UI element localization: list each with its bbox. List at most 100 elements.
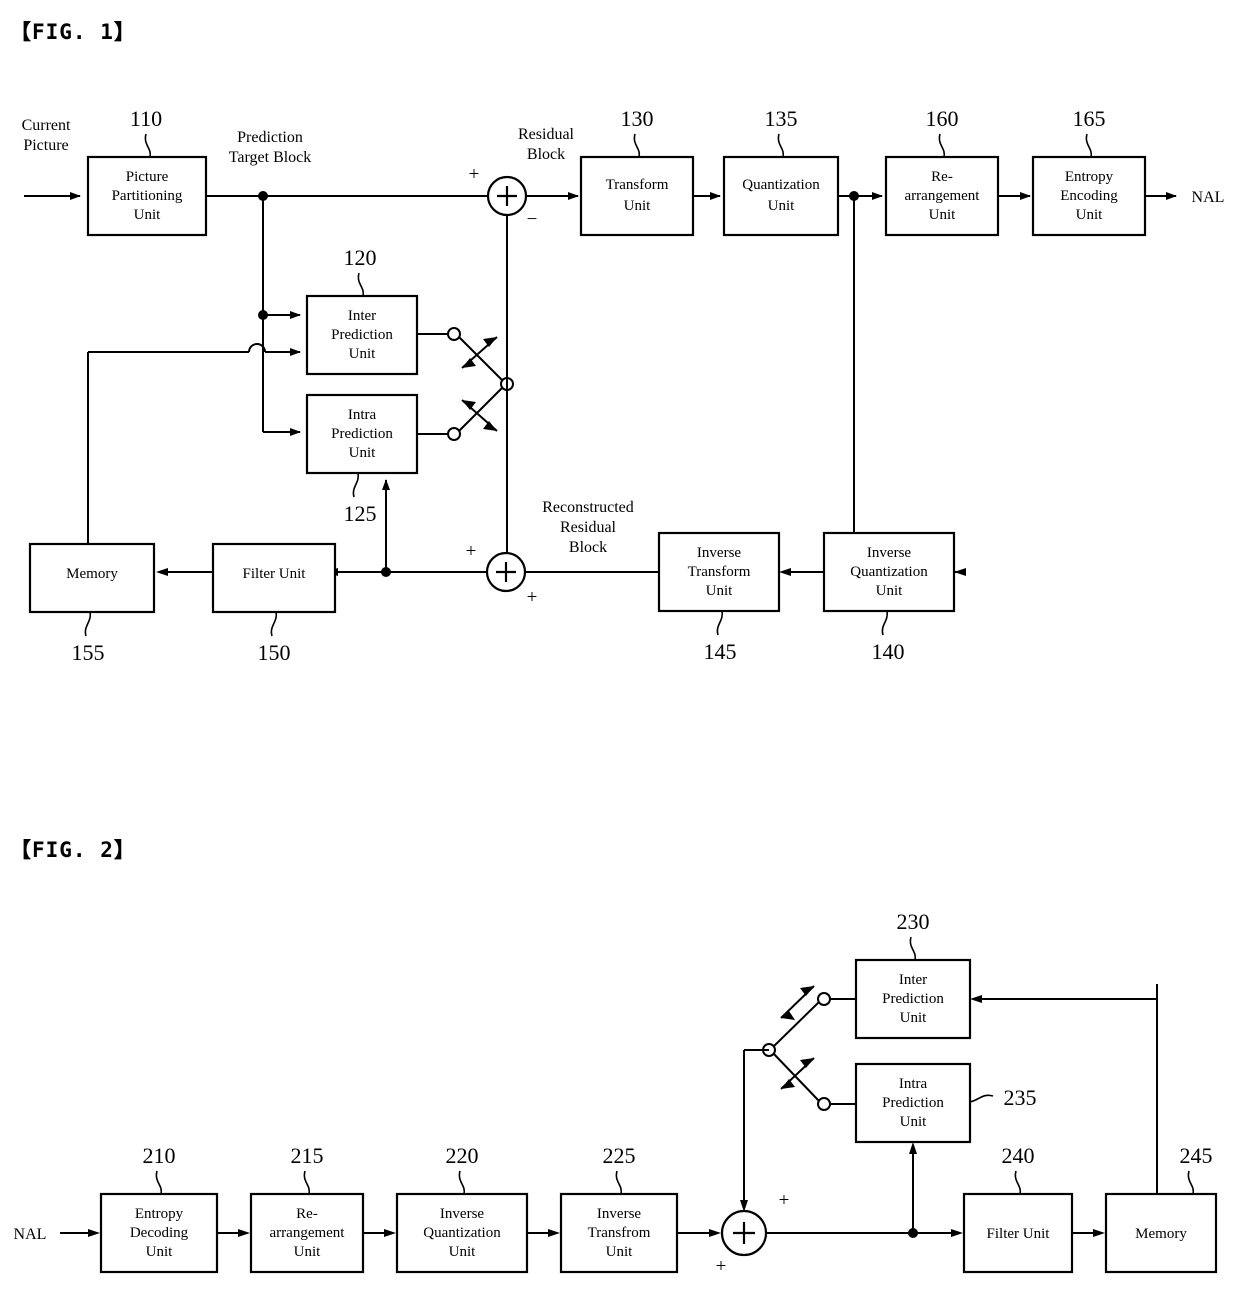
filter-unit-label: Filter Unit [243, 566, 307, 582]
leader-150 [270, 611, 278, 637]
leader-145 [716, 610, 724, 636]
fig2-wire-memory-to-inter [982, 984, 1158, 1000]
fig2-adder-sign-bottom: + [716, 1256, 727, 1277]
ref-num-165: 165 [1073, 106, 1106, 131]
figure-2-diagram: Inter Prediction Unit 230 Intra Predicti… [14, 909, 1218, 1277]
fig2-leader-225 [615, 1170, 623, 1195]
inverse-quantization-unit-label-1: Inverse [867, 545, 911, 561]
fig2-switch-terminal-intra[interactable] [817, 1097, 831, 1111]
fig2-arrow-into-invquant [384, 1229, 396, 1237]
inverse-transform-unit-label-2: Transform [688, 564, 751, 580]
quantization-unit-label-1: Quantization [742, 177, 820, 193]
inverse-transform-unit-label-1: Inverse [697, 545, 741, 561]
leader-165 [1085, 133, 1093, 158]
fig2-arrow-into-memory [1093, 1229, 1105, 1237]
fig2-entropy-decoding-unit-label-1: Entropy [135, 1206, 184, 1222]
transform-unit-label-2: Unit [624, 198, 652, 214]
fig2-inverse-quantization-unit-label-1: Inverse [440, 1206, 484, 1222]
fig2-arrow-into-inter [970, 995, 982, 1003]
switch-terminal-intra[interactable] [447, 427, 461, 441]
prediction-target-block-label-2: Target Block [229, 149, 312, 166]
fig2-filter-unit-label: Filter Unit [987, 1226, 1051, 1242]
switch-terminal-inter[interactable] [447, 327, 461, 341]
rearrangement-unit-label-1: Re- [931, 169, 953, 185]
switch-motion-arrow-upper-head-b [462, 358, 476, 368]
fig2-ref-num-220: 220 [446, 1143, 479, 1168]
fig2-inter-prediction-unit-label-2: Prediction [882, 991, 944, 1007]
entropy-encoding-unit-label-2: Encoding [1060, 188, 1118, 204]
switch-motion-arrow-lower-head-b [462, 400, 476, 410]
subtractor-sign-minus: − [527, 209, 538, 230]
switch-blade-inter[interactable] [458, 336, 504, 382]
residual-block-label-2: Block [527, 146, 565, 163]
nal-output-label: NAL [1192, 189, 1225, 206]
inverse-transform-unit-label-3: Unit [706, 583, 734, 599]
arrow-into-memory [156, 568, 168, 576]
switch-motion-arrow-lower-head-a [483, 421, 497, 431]
fig2-arrow-into-invtransform [548, 1229, 560, 1237]
reconstructed-residual-label-3: Block [569, 539, 607, 556]
quantization-unit-label-2: Unit [768, 198, 796, 214]
fig2-rearrangement-unit-label-3: Unit [294, 1244, 322, 1260]
ref-num-150: 150 [258, 640, 291, 665]
patent-figure-page: 【FIG. 1】 Current Picture Picture Partiti… [0, 0, 1240, 1286]
fig2-arrow-into-filter [951, 1229, 963, 1237]
fig2-rearrangement-unit-label-2: arrangement [270, 1225, 346, 1241]
fig2-switch-terminal-inter[interactable] [817, 992, 831, 1006]
fig2-leader-215 [303, 1170, 311, 1195]
ref-num-130: 130 [621, 106, 654, 131]
arrow-into-inverse-transform [779, 568, 791, 576]
fig2-arrow-into-entropy [88, 1229, 100, 1237]
recon-adder-sign-bottom: + [527, 587, 538, 608]
fig2-junction-reconstructed [908, 1228, 918, 1238]
ref-num-140: 140 [872, 639, 905, 664]
fig2-inter-prediction-unit-label-3: Unit [900, 1010, 928, 1026]
leader-140 [881, 610, 889, 636]
leader-160 [938, 133, 946, 158]
fig2-nal-input-label: NAL [14, 1226, 47, 1243]
fig2-inverse-transform-unit-label-1: Inverse [597, 1206, 641, 1222]
fig2-motion-arrow-lower-head-b [800, 1058, 814, 1068]
intra-prediction-unit-label-3: Unit [349, 445, 377, 461]
current-picture-label-line1: Current [22, 117, 71, 134]
fig2-leader-240 [1014, 1170, 1022, 1195]
picture-partitioning-unit-label-2: Partitioning [112, 188, 183, 204]
ref-num-110: 110 [130, 106, 162, 131]
leader-110 [144, 133, 152, 158]
picture-partitioning-unit-label-3: Unit [134, 207, 162, 223]
figure-2-title: 【FIG. 2】 [10, 838, 136, 862]
memory-label: Memory [66, 566, 118, 582]
fig2-inverse-quantization-unit-label-3: Unit [449, 1244, 477, 1260]
residual-block-label-1: Residual [518, 126, 575, 143]
switch-blade-intra[interactable] [458, 386, 504, 432]
fig2-arrow-into-rearrange [238, 1229, 250, 1237]
rearrangement-unit-label-2: arrangement [905, 188, 981, 204]
fig2-switch-blade-inter[interactable] [772, 1001, 820, 1048]
fig2-inverse-quantization-unit-label-2: Quantization [423, 1225, 501, 1241]
ref-num-125: 125 [344, 501, 377, 526]
inter-prediction-unit-label-3: Unit [349, 346, 377, 362]
subtractor-sign-plus: + [469, 164, 480, 185]
transform-unit-label-1: Transform [606, 177, 669, 193]
fig2-ref-num-235: 235 [1004, 1085, 1037, 1110]
intra-prediction-unit-label-2: Prediction [331, 426, 393, 442]
fig2-inverse-transform-unit-label-2: Transfrom [588, 1225, 651, 1241]
inverse-quantization-unit-label-3: Unit [876, 583, 904, 599]
recon-adder-sign-left: + [466, 541, 477, 562]
quantization-unit-box [722, 155, 840, 237]
ref-num-135: 135 [765, 106, 798, 131]
fig2-intra-prediction-unit-label-3: Unit [900, 1114, 928, 1130]
leader-125 [352, 472, 360, 498]
fig2-leader-245 [1187, 1170, 1195, 1195]
fig2-entropy-decoding-unit-label-3: Unit [146, 1244, 174, 1260]
prediction-target-block-label-1: Prediction [237, 129, 303, 146]
current-picture-label-line2: Picture [23, 137, 68, 154]
fig2-ref-num-240: 240 [1002, 1143, 1035, 1168]
inter-prediction-unit-label-2: Prediction [331, 327, 393, 343]
wire-quantized-to-inverse-quant [853, 196, 962, 573]
fig2-memory-label: Memory [1135, 1226, 1187, 1242]
fig2-leader-230 [909, 936, 917, 961]
fig2-inter-prediction-unit-label-1: Inter [899, 972, 927, 988]
entropy-encoding-unit-label-1: Entropy [1065, 169, 1114, 185]
fig2-intra-prediction-unit-label-1: Intra [899, 1076, 928, 1092]
